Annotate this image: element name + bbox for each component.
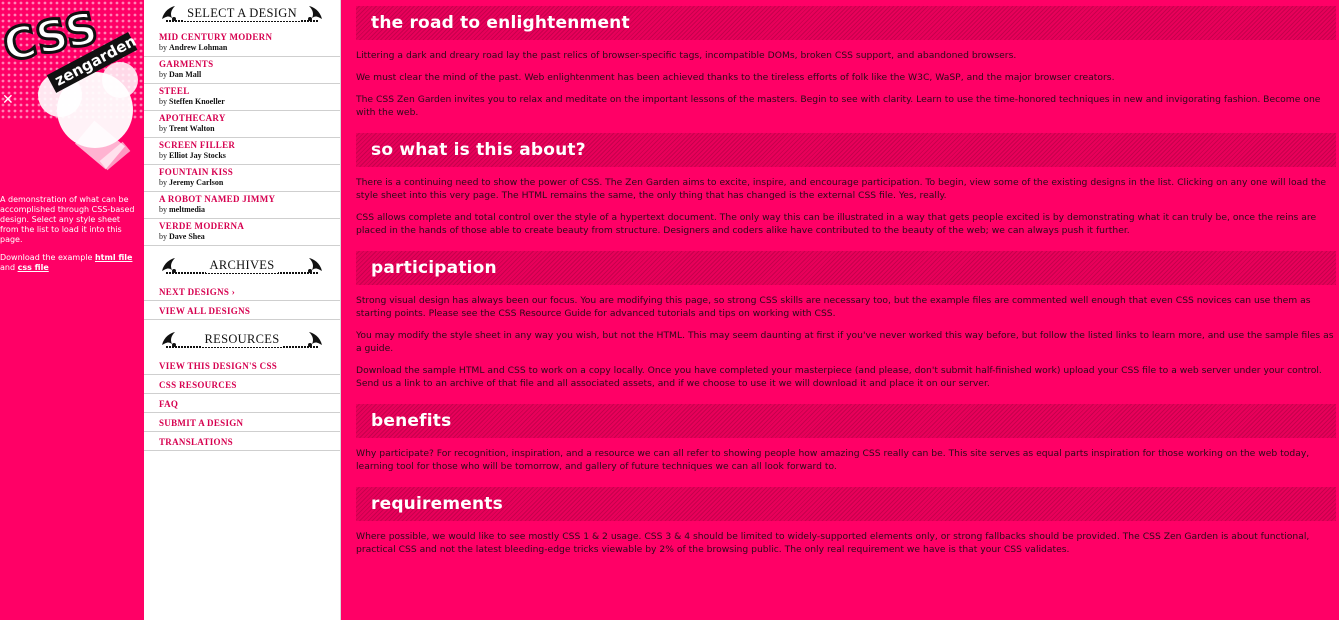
resources-header: Resources xyxy=(144,326,340,352)
intro-text: A demonstration of what can be accomplis… xyxy=(0,195,140,281)
paragraph: Strong visual design has always been our… xyxy=(356,295,1311,319)
select-design-title: Select a Design xyxy=(183,5,301,21)
design-by-label: by xyxy=(159,97,167,106)
resource-item: Submit a Design xyxy=(144,413,340,432)
design-item: Apothecary by Trent Walton xyxy=(144,111,340,138)
archives-header: Archives xyxy=(144,252,340,278)
paragraph: Why participate? For recognition, inspir… xyxy=(356,448,1310,472)
design-author[interactable]: Dave Shea xyxy=(169,232,205,241)
section-heading: the road to enlightenment xyxy=(356,6,1336,40)
view-all-designs-link[interactable]: View All Designs xyxy=(159,306,250,316)
section-heading: participation xyxy=(356,251,1336,285)
ornament-icon xyxy=(162,6,176,21)
archives-title: Archives xyxy=(205,257,279,273)
archives-list: Next Designs › View All Designs xyxy=(144,282,340,320)
resource-item: CSS Resources xyxy=(144,375,340,394)
view-design-css-link[interactable]: View This Design's CSS xyxy=(159,361,277,371)
css-file-link[interactable]: css file xyxy=(18,263,49,272)
design-link[interactable]: Screen Filler xyxy=(159,140,340,151)
design-link[interactable]: A Robot Named Jimmy xyxy=(159,194,340,205)
design-item: Fountain Kiss by Jeremy Carlson xyxy=(144,165,340,192)
paragraph: Littering a dark and dreary road lay the… xyxy=(356,50,1017,61)
menu-column: Select a Design Mid Century Modern by And… xyxy=(144,0,341,620)
html-file-link[interactable]: html file xyxy=(95,253,132,262)
design-author[interactable]: Elliot Jay Stocks xyxy=(169,151,226,160)
design-author[interactable]: Jeremy Carlson xyxy=(169,178,223,187)
submit-design-link[interactable]: Submit a Design xyxy=(159,418,243,428)
left-column: CSS zengarden ✕ A demonstration of what … xyxy=(0,0,144,620)
section-enlightenment: the road to enlightenment Littering a da… xyxy=(356,6,1339,119)
ornament-icon xyxy=(308,258,322,273)
section-heading: requirements xyxy=(356,487,1336,521)
resource-item: FAQ xyxy=(144,394,340,413)
section-requirements: requirements Where possible, we would li… xyxy=(356,487,1339,556)
download-line: Download the example html file and css f… xyxy=(0,253,140,273)
download-and: and xyxy=(0,263,18,272)
section-about: so what is this about? There is a contin… xyxy=(356,133,1339,237)
paragraph: We must clear the mind of the past. Web … xyxy=(356,72,1115,83)
logo-graphic: CSS zengarden ✕ xyxy=(0,0,144,185)
design-by-label: by xyxy=(159,70,167,79)
design-item: Garments by Dan Mall xyxy=(144,57,340,84)
design-link[interactable]: Mid Century Modern xyxy=(159,32,340,43)
next-designs-link[interactable]: Next Designs › xyxy=(159,287,235,297)
design-by-label: by xyxy=(159,43,167,52)
design-item: Verde Moderna by Dave Shea xyxy=(144,219,340,246)
design-item: Screen Filler by Elliot Jay Stocks xyxy=(144,138,340,165)
ornament-icon xyxy=(162,332,176,347)
section-heading: benefits xyxy=(356,404,1336,438)
design-author[interactable]: meltmedia xyxy=(169,205,205,214)
ornament-icon xyxy=(162,258,176,273)
ornament-icon xyxy=(308,332,322,347)
resources-title: Resources xyxy=(200,331,284,347)
archive-item: Next Designs › xyxy=(144,282,340,301)
close-x-icon: ✕ xyxy=(2,92,14,108)
design-item: Mid Century Modern by Andrew Lohman xyxy=(144,30,340,57)
section-participation: participation Strong visual design has a… xyxy=(356,251,1339,390)
design-link[interactable]: Garments xyxy=(159,59,340,70)
design-item: A Robot Named Jimmy by meltmedia xyxy=(144,192,340,219)
design-link[interactable]: Steel xyxy=(159,86,340,97)
download-prefix: Download the example xyxy=(0,253,95,262)
resource-item: View This Design's CSS xyxy=(144,356,340,375)
design-link[interactable]: Fountain Kiss xyxy=(159,167,340,178)
resource-item: Translations xyxy=(144,432,340,451)
design-by-label: by xyxy=(159,151,167,160)
resources-list: View This Design's CSS CSS Resources FAQ… xyxy=(144,356,340,451)
design-item: Steel by Steffen Knoeller xyxy=(144,84,340,111)
design-by-label: by xyxy=(159,232,167,241)
design-link[interactable]: Verde Moderna xyxy=(159,221,340,232)
paragraph: You may modify the style sheet in any wa… xyxy=(356,330,1334,354)
paragraph: Download the sample HTML and CSS to work… xyxy=(356,365,1322,389)
archive-item: View All Designs xyxy=(144,301,340,320)
faq-link[interactable]: FAQ xyxy=(159,399,178,409)
translations-link[interactable]: Translations xyxy=(159,437,233,447)
ornament-icon xyxy=(308,6,322,21)
main-content: the road to enlightenment Littering a da… xyxy=(341,0,1339,620)
design-author[interactable]: Dan Mall xyxy=(169,70,201,79)
css-resources-link[interactable]: CSS Resources xyxy=(159,380,237,390)
select-design-header: Select a Design xyxy=(144,0,340,26)
paragraph: CSS allows complete and total control ov… xyxy=(356,212,1317,236)
paragraph: Where possible, we would like to see mos… xyxy=(356,531,1310,555)
section-heading: so what is this about? xyxy=(356,133,1336,167)
design-by-label: by xyxy=(159,124,167,133)
design-author[interactable]: Trent Walton xyxy=(169,124,215,133)
page: CSS zengarden ✕ A demonstration of what … xyxy=(0,0,1339,620)
design-link[interactable]: Apothecary xyxy=(159,113,340,124)
design-by-label: by xyxy=(159,205,167,214)
design-by-label: by xyxy=(159,178,167,187)
paragraph: There is a continuing need to show the p… xyxy=(356,177,1327,201)
design-author[interactable]: Steffen Knoeller xyxy=(169,97,225,106)
intro-summary: A demonstration of what can be accomplis… xyxy=(0,195,135,244)
design-author[interactable]: Andrew Lohman xyxy=(169,43,227,52)
zen-garden-logo[interactable]: CSS zengarden ✕ xyxy=(0,0,144,185)
section-benefits: benefits Why participate? For recognitio… xyxy=(356,404,1339,473)
paragraph: The CSS Zen Garden invites you to relax … xyxy=(356,94,1321,118)
design-list: Mid Century Modern by Andrew Lohman Garme… xyxy=(144,30,340,246)
